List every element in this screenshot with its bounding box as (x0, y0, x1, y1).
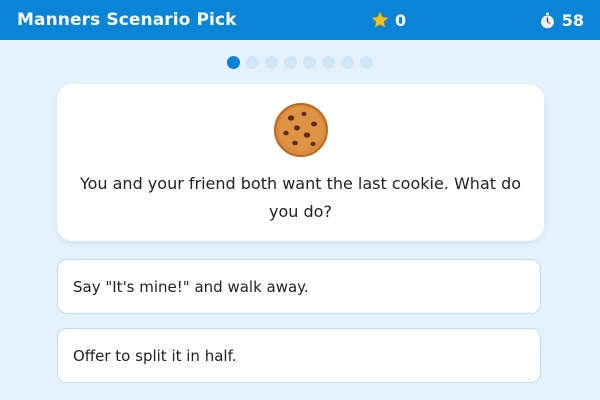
cookie-icon (273, 102, 329, 158)
question-text: You and your friend both want the last c… (79, 174, 522, 221)
progress-dot (322, 56, 335, 69)
progress-dots (0, 56, 600, 69)
top-bar: Manners Scenario Pick 0 58 (0, 0, 600, 40)
progress-dot (246, 56, 259, 69)
star-icon (371, 11, 389, 29)
progress-dot (303, 56, 316, 69)
game-title: Manners Scenario Pick (17, 10, 237, 30)
progress-dot (360, 56, 373, 69)
stopwatch-icon (539, 12, 556, 29)
timer-display: 58 (539, 0, 584, 40)
score-display: 0 (371, 0, 406, 40)
progress-dot (265, 56, 278, 69)
progress-dot (284, 56, 297, 69)
answer-option-2[interactable]: Offer to split it in half. (57, 328, 541, 383)
progress-dot-active (227, 56, 240, 69)
timer-value: 58 (561, 10, 584, 30)
score-value: 0 (395, 10, 407, 30)
progress-dot (341, 56, 354, 69)
answer-option-1[interactable]: Say "It's mine!" and walk away. (57, 259, 541, 314)
question-card: You and your friend both want the last c… (57, 84, 544, 241)
